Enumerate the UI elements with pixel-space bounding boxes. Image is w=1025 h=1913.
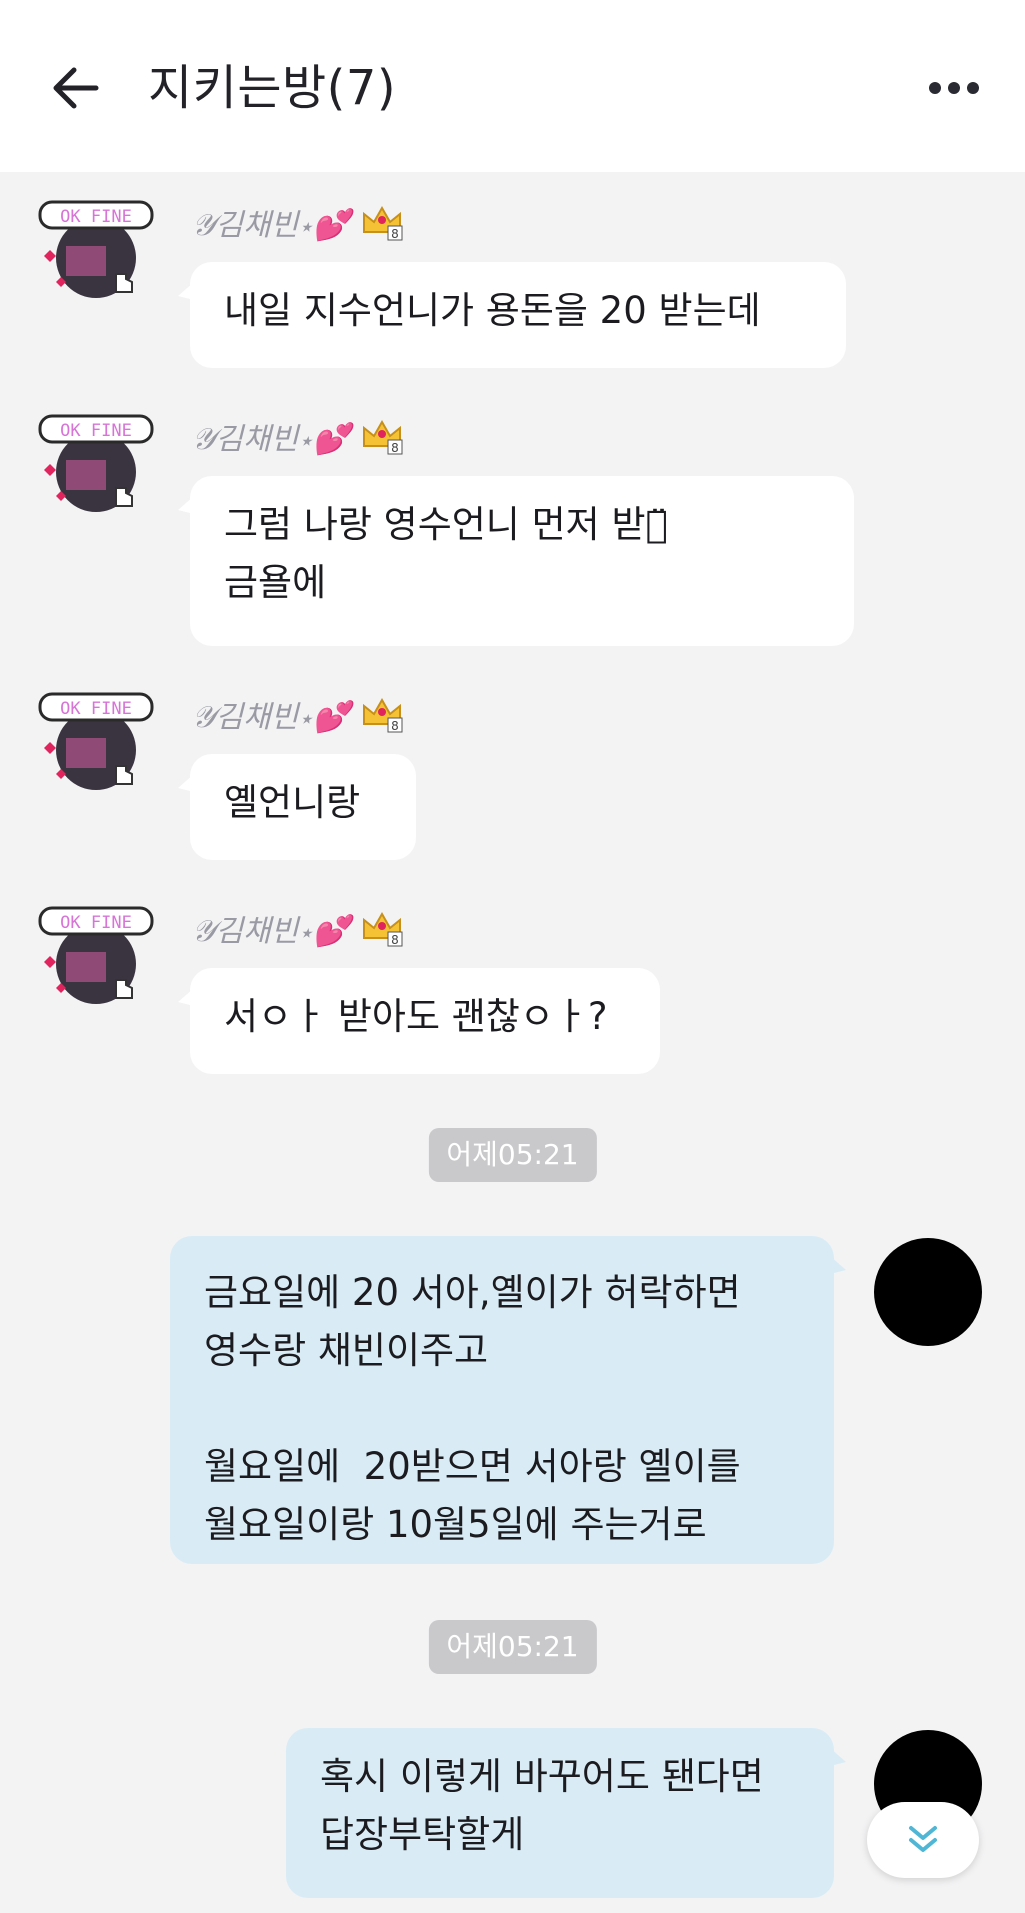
sender-avatar[interactable]: OK FINE [36,196,156,300]
my-avatar[interactable] [874,1238,982,1346]
crown-level-badge-icon: 8 [362,911,403,947]
timestamp-pill: 어제05:21 [428,1620,597,1674]
timestamp-pill: 어제05:21 [428,1128,597,1182]
avatar-image: OK FINE [38,692,154,790]
sender-avatar[interactable]: OK FINE [36,902,156,1006]
svg-text:8: 8 [391,719,399,733]
svg-text:8: 8 [391,441,399,455]
my-message-bubble[interactable]: 금요일에 20 서아,옐이가 허락하면 영수랑 채빈이주고 월요일에 20받으면… [170,1236,846,1564]
avatar-image: OK FINE [38,906,154,1004]
sender-avatar[interactable]: OK FINE [36,688,156,792]
message-bubble[interactable]: 그럼 나랑 영수언니 먼저 받고̈ 금욜에 [178,476,854,646]
avatar-badge-text: OK FINE [60,913,132,933]
chat-header: 지키는방(7) [0,0,1025,172]
sender-name: 𝒴김채빈⋆💕 [192,914,350,949]
my-message-bubble[interactable]: 혹시 이렇게 바꾸어도 됀다면 답장부탁할게 [286,1728,846,1898]
sender-info: 𝒴김채빈⋆💕 8 [192,694,404,735]
crown-level-badge-icon: 8 [362,419,403,455]
message-bubble[interactable]: 내일 지수언니가 용돈을 20 받는데 [178,262,846,368]
sender-name: 𝒴김채빈⋆💕 [192,208,350,243]
sender-info: 𝒴김채빈⋆💕 8 [192,416,404,457]
crown-level-badge-icon: 8 [362,697,403,733]
crown-level-badge-icon: 8 [362,205,403,241]
more-dots-icon [929,82,979,94]
avatar-badge-text: OK FINE [60,699,132,719]
avatar-image: OK FINE [38,200,154,298]
sender-info: 𝒴김채빈⋆💕 8 [192,908,404,949]
sender-info: 𝒴김채빈⋆💕 8 [192,202,404,243]
message-bubble[interactable]: 옐언니랑 [178,754,416,860]
svg-text:8: 8 [391,933,399,947]
arrow-left-icon [53,67,99,109]
message-bubble[interactable]: 서ㅇㅏ 받아도 괜찮ㅇㅏ? [178,968,660,1074]
svg-text:8: 8 [391,227,399,241]
scroll-to-bottom-button[interactable] [867,1802,979,1878]
chat-room-title: 지키는방(7) [148,60,397,116]
sender-avatar[interactable]: OK FINE [36,410,156,514]
message-list[interactable]: OK FINE 𝒴김채빈⋆💕 8 내일 지수언니가 용돈을 20 받는데 OK … [0,172,1025,1913]
sender-name: 𝒴김채빈⋆💕 [192,422,350,457]
sender-name: 𝒴김채빈⋆💕 [192,700,350,735]
back-button[interactable] [46,58,106,118]
avatar-badge-text: OK FINE [60,207,132,227]
avatar-image: OK FINE [38,414,154,512]
double-chevron-down-icon [909,1826,937,1852]
avatar-badge-text: OK FINE [60,421,132,441]
more-options-button[interactable] [927,70,981,106]
